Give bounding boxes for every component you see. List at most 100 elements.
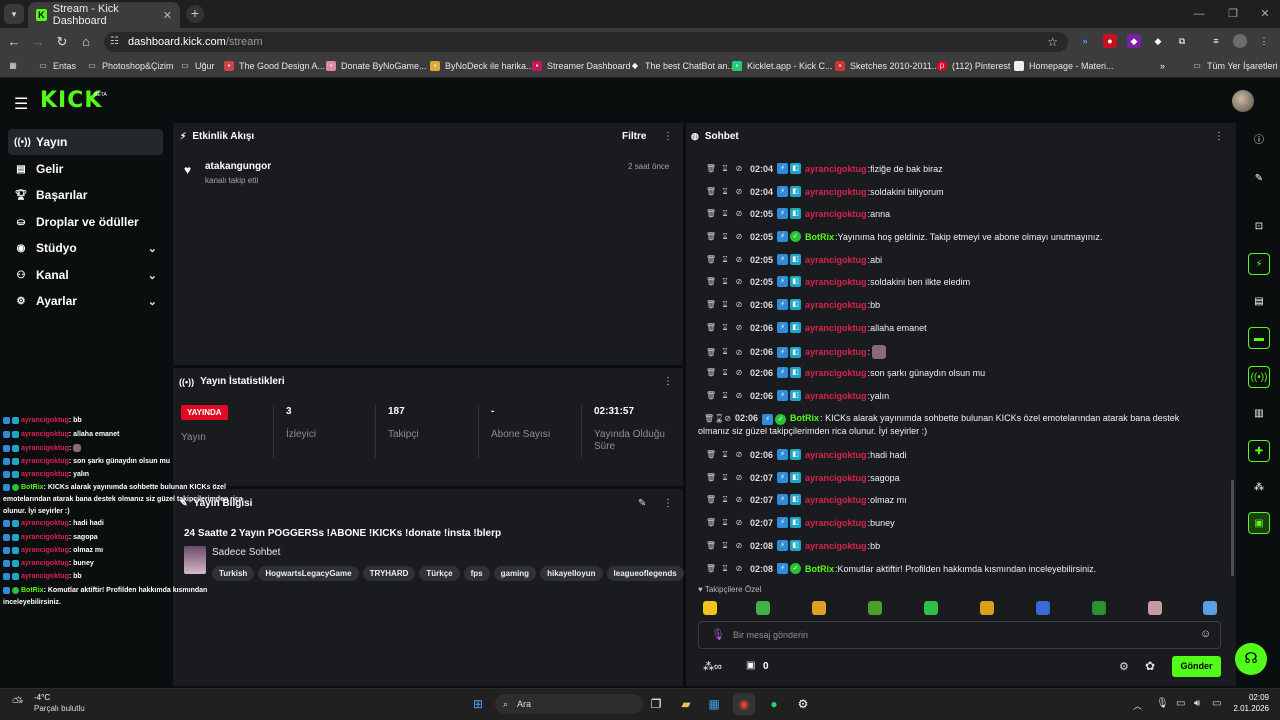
- category-thumbnail[interactable]: [184, 546, 206, 574]
- support-icon[interactable]: ☊: [1235, 643, 1267, 675]
- ban-icon[interactable]: ⊘: [732, 450, 746, 459]
- message-username[interactable]: ayrancigoktug: [805, 209, 867, 219]
- pencil-icon[interactable]: ✎: [1248, 168, 1270, 190]
- emote-button[interactable]: [812, 601, 826, 615]
- trash-icon[interactable]: 🗑︎: [704, 209, 718, 218]
- forward-icon[interactable]: →: [28, 32, 48, 52]
- tag[interactable]: fps: [463, 566, 490, 581]
- extension-puzzle-icon[interactable]: ◆: [1127, 34, 1141, 48]
- microphone-icon[interactable]: 🎙︎: [1156, 698, 1169, 709]
- bookmark-item[interactable]: p (112) Pinterest: [937, 61, 1010, 71]
- timeout-icon[interactable]: ⌛︎: [718, 209, 732, 219]
- trash-icon[interactable]: 🗑︎: [704, 368, 718, 377]
- trash-icon[interactable]: 🗑︎: [704, 450, 718, 459]
- timeout-icon[interactable]: ⌛︎: [718, 495, 732, 505]
- edit-icon[interactable]: ✎: [638, 498, 646, 509]
- steam-icon[interactable]: ⚙: [792, 693, 814, 715]
- extension-diamond-icon[interactable]: ◆: [1151, 34, 1165, 48]
- trash-icon[interactable]: 🗑︎: [704, 518, 718, 527]
- ban-icon[interactable]: ⊘: [732, 300, 746, 309]
- info-icon[interactable]: ⓘ: [1248, 130, 1270, 152]
- timeout-icon[interactable]: ⌛︎: [718, 323, 732, 333]
- more-options-icon[interactable]: ⋮: [1214, 131, 1224, 142]
- timeout-icon[interactable]: ⌛︎: [718, 277, 732, 287]
- close-window-button[interactable]: ✕: [1248, 0, 1280, 28]
- message-username[interactable]: ayrancigoktug: [805, 323, 867, 333]
- trash-icon[interactable]: 🗑︎: [704, 255, 718, 264]
- category-name[interactable]: Sadece Sohbet: [212, 547, 280, 558]
- filter-button[interactable]: Filtre: [622, 131, 646, 142]
- ban-icon[interactable]: ⊘: [732, 495, 746, 504]
- tools-icon[interactable]: ✚: [1248, 440, 1270, 462]
- gift-icon[interactable]: ✿: [1145, 659, 1155, 673]
- bookmark-item[interactable]: ▭ Entas: [38, 61, 76, 71]
- browser-tab[interactable]: K Stream - Kick Dashboard ✕: [28, 2, 180, 28]
- ban-icon[interactable]: ⊘: [732, 209, 746, 218]
- emoji-icon[interactable]: ☺: [1200, 628, 1211, 640]
- ban-icon[interactable]: ⊘: [732, 255, 746, 264]
- volume-icon[interactable]: 🔊︎: [1194, 698, 1200, 709]
- media-queue-icon[interactable]: ≡: [1209, 34, 1223, 48]
- trash-icon[interactable]: 🗑︎: [704, 473, 718, 482]
- microphone-icon[interactable]: 🎙︎: [711, 628, 725, 641]
- sidebar-item-yayin[interactable]: ((•)) Yayın: [8, 129, 163, 155]
- notes-icon[interactable]: ▤: [1248, 291, 1270, 313]
- game-icon[interactable]: ▣: [1248, 512, 1270, 534]
- emote-button[interactable]: [924, 601, 938, 615]
- bookmark-item[interactable]: ▪ Streamer Dashboard: [532, 61, 631, 71]
- home-icon[interactable]: ⌂: [76, 32, 96, 52]
- task-view-icon[interactable]: ❐: [645, 693, 667, 715]
- sidebar-item-droplar[interactable]: ⛀ Droplar ve ödüller: [8, 209, 163, 235]
- more-bookmarks-icon[interactable]: »: [1160, 61, 1165, 71]
- tag[interactable]: gaming: [493, 566, 537, 581]
- sidebar-item-ayarlar[interactable]: ⚙ Ayarlar ⌄: [8, 288, 163, 314]
- clock-time[interactable]: 02:09: [1233, 693, 1269, 702]
- address-bar[interactable]: ☷ dashboard.kick.com/stream ☆: [104, 32, 1068, 52]
- clock-date[interactable]: 2.01.2026: [1227, 704, 1269, 713]
- message-username[interactable]: ayrancigoktug: [805, 187, 867, 197]
- timeout-icon[interactable]: ⌛︎: [718, 391, 732, 401]
- back-icon[interactable]: ←: [4, 32, 24, 52]
- shop-icon[interactable]: ▣: [746, 660, 755, 671]
- bookmark-item[interactable]: ▪ Donate ByNoGame...: [326, 61, 427, 71]
- timeout-icon[interactable]: ⌛︎: [714, 414, 724, 423]
- browser-menu-icon[interactable]: ⋮: [1257, 34, 1271, 48]
- ban-icon[interactable]: ⊘: [732, 323, 746, 332]
- emote-button[interactable]: [1148, 601, 1162, 615]
- timeout-icon[interactable]: ⌛︎: [718, 518, 732, 528]
- close-tab-icon[interactable]: ✕: [163, 9, 172, 22]
- chat-scrollbar[interactable]: [1231, 480, 1234, 576]
- more-options-icon[interactable]: ⋮: [663, 131, 673, 142]
- ban-icon[interactable]: ⊘: [732, 541, 746, 550]
- timeout-icon[interactable]: ⌛︎: [718, 473, 732, 483]
- show-hidden-icons[interactable]: ︿: [1133, 699, 1142, 712]
- timeout-icon[interactable]: ⌛︎: [718, 300, 732, 310]
- file-explorer-icon[interactable]: ▰: [675, 693, 697, 715]
- trash-icon[interactable]: 🗑︎: [704, 187, 718, 196]
- kicks-icon[interactable]: ⁂: [1248, 477, 1270, 499]
- bookmark-item[interactable]: ▭ Uğur: [180, 61, 214, 71]
- chat-settings-icon[interactable]: ⚙: [1119, 660, 1129, 673]
- send-button[interactable]: Gönder: [1172, 656, 1221, 677]
- tag[interactable]: leagueoflegends: [606, 566, 684, 581]
- ban-icon[interactable]: ⊘: [732, 391, 746, 400]
- screenshot-icon[interactable]: ⊡: [1248, 216, 1270, 238]
- ban-icon[interactable]: ⊘: [732, 232, 746, 241]
- ban-icon[interactable]: ⊘: [732, 368, 746, 377]
- emote-button[interactable]: [868, 601, 882, 615]
- taskbar-search[interactable]: ⌕ Ara: [495, 694, 643, 714]
- broadcast-icon[interactable]: ((•)): [1248, 366, 1270, 388]
- timeout-icon[interactable]: ⌛︎: [718, 541, 732, 551]
- tag[interactable]: TRYHARD: [362, 566, 416, 581]
- ban-icon[interactable]: ⊘: [732, 518, 746, 527]
- timeout-icon[interactable]: ⌛︎: [718, 232, 732, 242]
- site-info-icon[interactable]: ☷: [110, 32, 119, 52]
- bookmark-item[interactable]: ▪ Kicklet.app - Kick C...: [732, 61, 833, 71]
- tag[interactable]: Turkish: [212, 566, 255, 581]
- trash-icon[interactable]: 🗑︎: [704, 323, 718, 332]
- extension-shield-icon[interactable]: ●: [1103, 34, 1117, 48]
- store-icon[interactable]: ▦: [703, 693, 725, 715]
- ban-icon[interactable]: ⊘: [732, 277, 746, 286]
- bookmark-item[interactable]: ▪ The Good Design A...: [224, 61, 325, 71]
- trash-icon[interactable]: 🗑︎: [704, 300, 718, 309]
